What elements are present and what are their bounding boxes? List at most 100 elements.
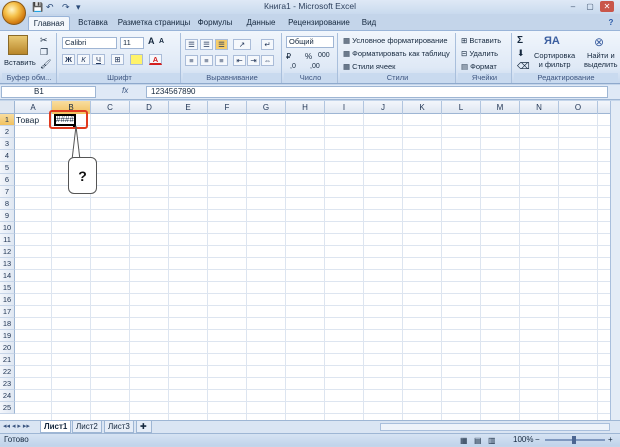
- column-header-c[interactable]: C: [91, 101, 130, 114]
- bold-button[interactable]: Ж: [62, 54, 75, 65]
- row-header-18[interactable]: 18: [0, 318, 15, 330]
- percent-button[interactable]: %: [305, 52, 312, 61]
- office-button[interactable]: [2, 1, 26, 25]
- sheet-tab-3[interactable]: Лист3: [104, 421, 134, 433]
- column-header-g[interactable]: G: [247, 101, 286, 114]
- autosum-button[interactable]: Σ: [517, 35, 523, 46]
- thousands-button[interactable]: 000: [318, 52, 330, 59]
- row-header-9[interactable]: 9: [0, 210, 15, 222]
- maximize-button[interactable]: ▢: [583, 1, 597, 12]
- close-button[interactable]: ✕: [600, 1, 614, 12]
- zoom-in-button[interactable]: +: [608, 434, 613, 446]
- tab-home[interactable]: Главная: [28, 16, 70, 30]
- row-header-6[interactable]: 6: [0, 174, 15, 186]
- paste-button[interactable]: Вставить: [4, 58, 36, 67]
- fill-icon[interactable]: ⬇: [517, 48, 525, 59]
- number-format-combo[interactable]: Общий: [286, 36, 334, 48]
- normal-view-icon[interactable]: ▦: [460, 435, 468, 447]
- row-header-17[interactable]: 17: [0, 306, 15, 318]
- row-header-21[interactable]: 21: [0, 354, 15, 366]
- tab-insert[interactable]: Вставка: [72, 16, 114, 30]
- qat-customize-icon[interactable]: ▾: [76, 2, 81, 13]
- align-bottom-icon[interactable]: ☰: [215, 39, 228, 50]
- row-header-22[interactable]: 22: [0, 366, 15, 378]
- column-header-n[interactable]: N: [520, 101, 559, 114]
- find-binoculars-icon[interactable]: ⊗: [594, 35, 604, 49]
- formula-input[interactable]: 1234567890: [146, 86, 608, 98]
- worksheet-grid[interactable]: ABCDEFGHIJKLMNOP 12345678910111213141516…: [0, 101, 610, 420]
- sort-filter-button[interactable]: Сортировка и фильтр: [534, 51, 575, 69]
- tab-page-layout[interactable]: Разметка страницы: [116, 16, 192, 30]
- column-header-o[interactable]: O: [559, 101, 598, 114]
- conditional-formatting-button[interactable]: ▦ Условное форматирование: [343, 36, 448, 45]
- font-name-combo[interactable]: Calibri: [62, 37, 117, 49]
- copy-icon[interactable]: ❐: [40, 47, 48, 58]
- increase-indent-icon[interactable]: ⇥: [247, 55, 260, 66]
- cell-a1[interactable]: Товар: [16, 115, 52, 126]
- row-header-3[interactable]: 3: [0, 138, 15, 150]
- format-as-table-button[interactable]: ▦ Форматировать как таблицу: [343, 49, 450, 58]
- zoom-level[interactable]: 100%: [513, 434, 533, 446]
- row-header-12[interactable]: 12: [0, 246, 15, 258]
- horizontal-scrollbar[interactable]: [380, 423, 610, 431]
- row-header-10[interactable]: 10: [0, 222, 15, 234]
- redo-icon[interactable]: ↷: [62, 2, 70, 13]
- column-header-m[interactable]: M: [481, 101, 520, 114]
- find-select-button[interactable]: Найти и выделить: [584, 51, 618, 69]
- clear-icon[interactable]: ⌫: [517, 61, 530, 72]
- sort-filter-icon[interactable]: ЯА: [544, 35, 560, 47]
- decrease-indent-icon[interactable]: ⇤: [233, 55, 246, 66]
- vertical-scrollbar[interactable]: [610, 101, 620, 420]
- row-header-7[interactable]: 7: [0, 186, 15, 198]
- align-right-icon[interactable]: ≡: [215, 55, 228, 66]
- font-color-button[interactable]: A: [149, 54, 162, 65]
- insert-sheet-icon[interactable]: ✚: [136, 421, 152, 433]
- align-left-icon[interactable]: ≡: [185, 55, 198, 66]
- column-header-a[interactable]: A: [15, 101, 52, 114]
- tab-view[interactable]: Вид: [354, 16, 384, 30]
- row-header-16[interactable]: 16: [0, 294, 15, 306]
- cut-icon[interactable]: ✂: [40, 35, 48, 46]
- insert-cells-button[interactable]: ⊞ Вставить: [461, 36, 501, 45]
- row-header-15[interactable]: 15: [0, 282, 15, 294]
- row-header-24[interactable]: 24: [0, 390, 15, 402]
- column-header-d[interactable]: D: [130, 101, 169, 114]
- page-layout-view-icon[interactable]: ▤: [474, 435, 482, 447]
- column-header-p[interactable]: P: [598, 101, 610, 114]
- format-painter-icon[interactable]: 🖌: [40, 59, 51, 70]
- tab-review[interactable]: Рецензирование: [284, 16, 354, 30]
- format-cells-button[interactable]: ▤ Формат: [461, 62, 497, 71]
- row-header-23[interactable]: 23: [0, 378, 15, 390]
- row-header-14[interactable]: 14: [0, 270, 15, 282]
- grow-font-button[interactable]: A: [148, 36, 155, 46]
- column-header-k[interactable]: K: [403, 101, 442, 114]
- cell-styles-button[interactable]: ▦ Стили ячеек: [343, 62, 395, 71]
- tab-data[interactable]: Данные: [240, 16, 282, 30]
- row-header-25[interactable]: 25: [0, 402, 15, 414]
- column-header-j[interactable]: J: [364, 101, 403, 114]
- zoom-out-button[interactable]: −: [535, 434, 540, 446]
- undo-icon[interactable]: ↶: [46, 2, 54, 13]
- orientation-icon[interactable]: ↗: [233, 39, 251, 50]
- underline-button[interactable]: Ч: [92, 54, 105, 65]
- delete-cells-button[interactable]: ⊟ Удалить: [461, 49, 498, 58]
- sheet-tab-1[interactable]: Лист1: [40, 421, 72, 433]
- tab-formulas[interactable]: Формулы: [192, 16, 238, 30]
- borders-icon[interactable]: ⊞: [111, 54, 124, 65]
- row-header-8[interactable]: 8: [0, 198, 15, 210]
- currency-icon[interactable]: ₽: [286, 52, 291, 61]
- merge-cells-icon[interactable]: ⇔: [261, 55, 274, 66]
- minimize-button[interactable]: –: [566, 1, 580, 12]
- column-header-e[interactable]: E: [169, 101, 208, 114]
- align-top-icon[interactable]: ☰: [185, 39, 198, 50]
- sheet-nav-icons[interactable]: ◂◂ ◂ ▸ ▸▸: [3, 422, 30, 430]
- save-icon[interactable]: 💾: [32, 2, 43, 13]
- insert-function-button[interactable]: fx: [122, 86, 128, 95]
- row-header-1[interactable]: 1: [0, 114, 15, 126]
- increase-decimal-button[interactable]: ,0: [290, 63, 296, 70]
- page-break-view-icon[interactable]: ▥: [488, 435, 496, 447]
- column-header-l[interactable]: L: [442, 101, 481, 114]
- help-icon[interactable]: ?: [605, 16, 617, 30]
- font-size-combo[interactable]: 11: [120, 37, 144, 49]
- italic-button[interactable]: К: [77, 54, 90, 65]
